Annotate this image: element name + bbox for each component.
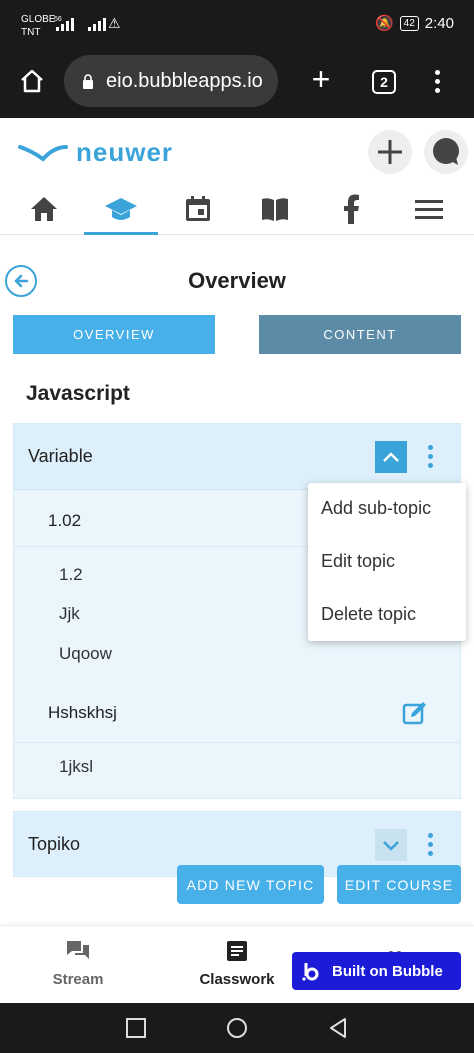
address-bar[interactable]: eio.bubbleapps.io <box>64 55 278 107</box>
chevron-down-icon <box>383 841 399 851</box>
main-nav <box>0 183 474 235</box>
bottom-nav-label: Stream <box>52 971 104 988</box>
nav-courses[interactable] <box>84 183 158 235</box>
system-navigation-bar <box>0 1003 474 1053</box>
topic-options-menu: Add sub-topic Edit topic Delete topic <box>308 483 466 641</box>
list-item[interactable]: 1jksl <box>59 757 93 777</box>
carrier-name: GLOBE TNT <box>21 13 55 39</box>
book-icon <box>262 198 288 221</box>
topic-options-icon[interactable] <box>425 445 435 471</box>
browser-menu-icon[interactable] <box>430 68 444 96</box>
subtopic-name: Hshskhsj <box>48 703 117 722</box>
nav-calendar[interactable] <box>168 183 228 235</box>
back-triangle-icon[interactable] <box>327 1017 349 1039</box>
bottom-nav-stream[interactable]: Stream <box>23 940 133 988</box>
chevron-up-icon <box>383 452 399 462</box>
tab-switcher-button[interactable]: 2 <box>372 70 396 94</box>
url-text: eio.bubbleapps.io <box>106 69 263 92</box>
tab-content[interactable]: CONTENT <box>259 315 461 354</box>
topic-name: Variable <box>28 446 93 466</box>
bottom-nav-label: Classwork <box>199 971 275 988</box>
people-icon <box>387 944 403 957</box>
nav-library[interactable] <box>245 183 305 235</box>
mute-icon: 🔕 <box>374 15 394 32</box>
logo-swoosh-icon <box>18 145 68 162</box>
browser-toolbar: eio.bubbleapps.io + 2 <box>0 50 474 118</box>
collapse-button[interactable] <box>375 441 407 473</box>
home-icon <box>31 197 57 221</box>
network-label: 56 <box>54 16 62 23</box>
home-circle-icon[interactable] <box>226 1017 248 1039</box>
new-tab-button[interactable]: + <box>306 63 336 95</box>
carrier-line-1: GLOBE <box>21 14 56 25</box>
nav-facebook[interactable] <box>322 183 382 235</box>
battery-icon: 42 <box>399 15 419 31</box>
plus-icon <box>378 140 402 164</box>
status-bar: GLOBE TNT 56 ⚠ 🔕 42 2:40 <box>0 0 474 50</box>
classwork-icon <box>227 941 247 961</box>
topic-header[interactable]: Variable <box>14 424 460 490</box>
menu-item-delete-topic[interactable]: Delete topic <box>321 604 416 625</box>
list-item[interactable]: 1.2 <box>59 565 83 585</box>
add-button[interactable] <box>368 130 412 174</box>
edit-icon[interactable] <box>402 700 428 726</box>
chat-stream-icon <box>67 941 89 959</box>
topic-options-icon[interactable] <box>425 833 435 859</box>
nav-home[interactable] <box>14 183 74 235</box>
divider <box>14 742 460 743</box>
graduation-cap-icon <box>105 198 137 220</box>
menu-item-add-subtopic[interactable]: Add sub-topic <box>321 498 431 519</box>
signal-icon-2 <box>88 17 106 31</box>
warning-icon: ⚠ <box>108 15 121 31</box>
bottom-nav-classwork[interactable]: Classwork <box>182 940 292 988</box>
recent-apps-icon[interactable] <box>125 1017 147 1039</box>
carrier-line-2: TNT <box>21 27 41 38</box>
built-on-bubble-badge[interactable]: Built on Bubble <box>292 952 461 990</box>
expand-button[interactable] <box>375 829 407 861</box>
chat-button[interactable] <box>424 130 468 174</box>
subtopic-name: 1.02 <box>48 511 82 530</box>
bottom-nav: Stream Classwork Built on Bubble <box>0 925 474 1003</box>
facebook-icon <box>344 194 359 224</box>
logo-text: neuwer <box>76 136 174 167</box>
list-item[interactable]: Jjk <box>59 604 80 624</box>
status-right: 🔕 42 2:40 <box>374 14 454 33</box>
lock-icon <box>83 73 93 89</box>
app-logo[interactable]: neuwer <box>18 134 188 170</box>
page-title: Overview <box>188 268 286 293</box>
tab-overview[interactable]: OVERVIEW <box>13 315 215 354</box>
calendar-icon <box>186 196 210 221</box>
edit-course-button[interactable]: EDIT COURSE <box>337 865 461 904</box>
bubble-logo-icon <box>302 963 319 981</box>
hamburger-menu-icon <box>415 200 443 219</box>
menu-item-edit-topic[interactable]: Edit topic <box>321 551 395 572</box>
course-title: Javascript <box>26 382 130 405</box>
nav-menu[interactable] <box>399 183 459 235</box>
chat-bubble-icon <box>433 138 459 165</box>
list-item[interactable]: Uqoow <box>59 644 112 664</box>
clock: 2:40 <box>424 14 454 32</box>
home-icon[interactable] <box>18 67 46 95</box>
topic-name: Topiko <box>28 834 81 854</box>
bubble-badge-label: Built on Bubble <box>332 962 443 980</box>
add-new-topic-button[interactable]: ADD NEW TOPIC <box>177 865 324 904</box>
